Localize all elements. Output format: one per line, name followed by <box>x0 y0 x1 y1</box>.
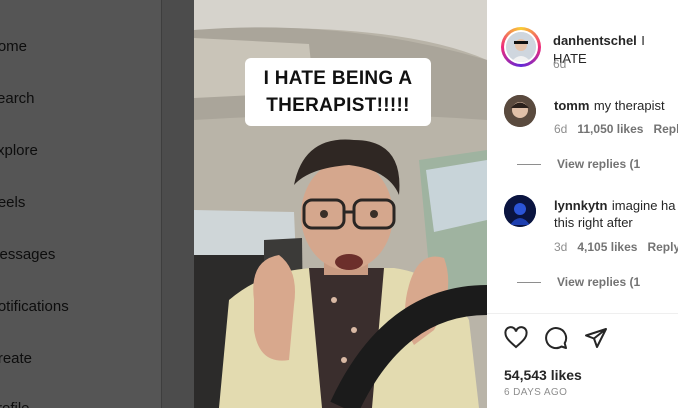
sidebar-item-home[interactable]: Home <box>0 38 40 55</box>
sidebar-item-search[interactable]: Search <box>0 90 48 107</box>
comment-avatar-image <box>504 95 536 127</box>
sidebar-item-messages[interactable]: Messages <box>0 246 68 263</box>
post-video[interactable]: I HATE BEING A THERAPIST!!!!! <box>194 0 487 408</box>
sidebar-item-create[interactable]: Create <box>0 350 45 367</box>
comment-meta: 6d 11,050 likes Reply <box>554 122 678 136</box>
comment-username[interactable]: lynnkytn <box>554 198 607 213</box>
like-button[interactable] <box>504 326 528 350</box>
post-age: 6d <box>553 57 567 71</box>
share-icon <box>585 328 607 348</box>
post-header: danhentschel I HATE 6d <box>501 27 678 71</box>
comment-body: lynnkytn imagine ha <box>554 197 676 215</box>
comment-icon <box>545 327 568 350</box>
author-avatar-image <box>506 32 536 62</box>
comment-avatar-image <box>504 195 536 227</box>
comment-text: imagine ha <box>611 198 676 213</box>
comment-text: my therapist <box>593 98 665 113</box>
comment-likes[interactable]: 11,050 likes <box>577 122 643 136</box>
view-replies-button[interactable]: View replies (1 <box>516 157 640 171</box>
sidebar-item-notifications[interactable]: Notifications <box>0 298 82 315</box>
sidebar-item-profile[interactable]: Profile <box>0 400 43 408</box>
author-avatar[interactable] <box>501 27 541 67</box>
comment-button[interactable] <box>544 326 568 350</box>
video-caption-line1: I HATE BEING A <box>263 68 413 89</box>
comment-body: tomm my therapist <box>554 97 665 115</box>
share-button[interactable] <box>584 326 608 350</box>
comment-avatar[interactable] <box>504 95 536 127</box>
comment-meta: 3d 4,105 likes Reply <box>554 240 678 254</box>
video-caption: I HATE BEING A THERAPIST!!!!! <box>245 58 431 126</box>
author-username[interactable]: danhentschel <box>553 33 637 48</box>
video-caption-line2: THERAPIST!!!!! <box>266 95 410 116</box>
post-likes-count[interactable]: 54,543 likes <box>504 367 582 383</box>
post-timestamp: 6 DAYS AGO <box>504 387 568 398</box>
heart-icon <box>504 326 528 349</box>
comment-text-line2: this right after <box>554 215 633 230</box>
comment-reply-button[interactable]: Reply <box>647 240 678 254</box>
comment-likes[interactable]: 4,105 likes <box>577 240 637 254</box>
sidebar-nav: Home Search Explore Reels Messages Notif… <box>0 0 161 408</box>
post-caption-line: danhentschel I HATE <box>553 32 678 68</box>
comment-reply-button[interactable]: Reply <box>653 122 678 136</box>
sidebar-item-reels[interactable]: Reels <box>0 194 38 211</box>
modal-backdrop[interactable] <box>162 0 194 408</box>
view-replies-button[interactable]: View replies (1 <box>516 275 640 289</box>
comment-age: 3d <box>554 240 568 254</box>
comment-age: 6d <box>554 122 568 136</box>
post-detail-panel: danhentschel I HATE 6d tomm my therapist… <box>487 0 678 408</box>
comment-avatar[interactable] <box>504 195 536 227</box>
comment-username[interactable]: tomm <box>554 98 589 113</box>
actions-divider <box>487 313 678 314</box>
sidebar-item-explore[interactable]: Explore <box>0 142 51 159</box>
